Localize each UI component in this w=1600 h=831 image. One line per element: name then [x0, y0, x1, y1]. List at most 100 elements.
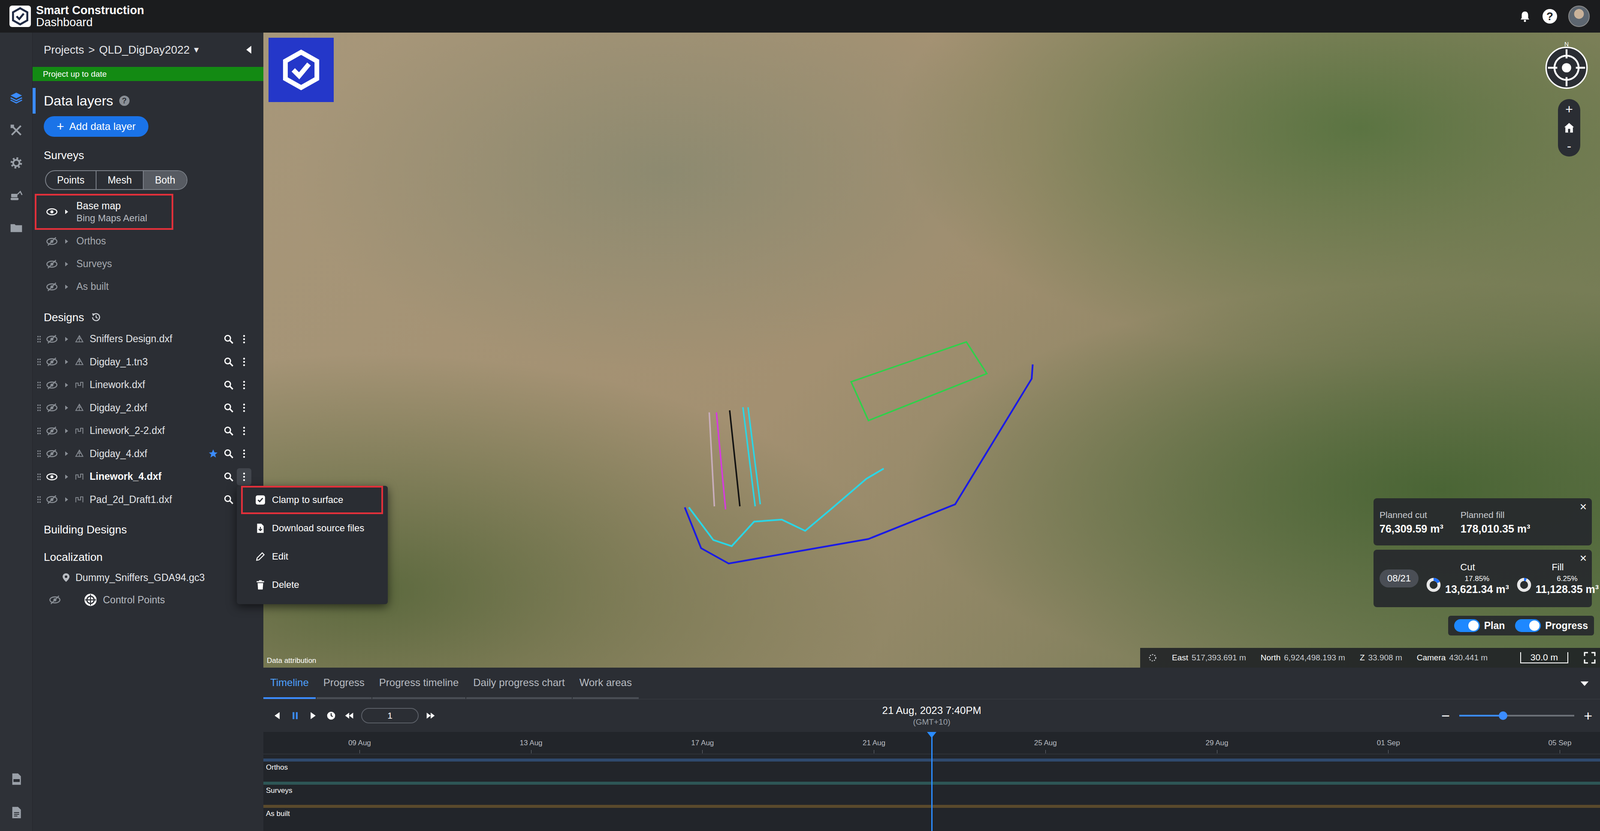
eye-off-icon[interactable] — [45, 425, 58, 438]
expand-caret-icon[interactable] — [62, 427, 71, 435]
star-icon[interactable] — [208, 448, 219, 459]
design-item[interactable]: Digday_2.dxf — [32, 396, 264, 420]
context-menu-item[interactable]: Download source files — [241, 514, 384, 543]
history-icon[interactable] — [90, 311, 103, 324]
drag-handle-icon[interactable] — [36, 449, 42, 459]
eye-off-icon[interactable] — [45, 447, 58, 460]
eye-off-icon[interactable] — [45, 493, 58, 506]
drag-handle-icon[interactable] — [36, 357, 42, 367]
eye-off-icon[interactable] — [45, 235, 58, 248]
design-item[interactable]: Pad_2d_Draft1.dxf — [32, 488, 264, 512]
close-button[interactable]: × — [1579, 501, 1587, 514]
survey-layer[interactable]: Orthos — [32, 229, 264, 253]
bell-icon[interactable] — [1518, 9, 1532, 23]
zoom-in-button[interactable]: + — [1583, 708, 1593, 724]
expand-caret-icon[interactable] — [62, 208, 71, 216]
drag-handle-icon[interactable] — [36, 426, 42, 436]
timeline-tab[interactable]: Progress timeline — [372, 667, 466, 700]
close-button[interactable]: × — [1579, 552, 1587, 565]
eye-off-icon[interactable] — [45, 401, 58, 414]
building-designs-title[interactable]: Building Designs — [32, 519, 264, 541]
zoom-to-icon[interactable] — [223, 494, 235, 506]
expand-caret-icon[interactable] — [62, 283, 71, 291]
fullscreen-icon[interactable] — [1582, 651, 1597, 665]
marker-head[interactable] — [926, 732, 937, 739]
expand-caret-icon[interactable] — [62, 335, 71, 344]
drag-handle-icon[interactable] — [36, 380, 42, 390]
control-points[interactable]: Control Points — [32, 588, 264, 613]
timeline-tab[interactable]: Work areas — [572, 667, 639, 700]
eye-icon[interactable] — [45, 205, 58, 218]
more-menu-button[interactable] — [236, 399, 252, 417]
slider-knob[interactable] — [1498, 711, 1508, 721]
context-menu-item[interactable]: Delete — [241, 570, 384, 600]
expand-caret-icon[interactable] — [62, 404, 71, 412]
expand-caret-icon[interactable] — [62, 381, 71, 390]
timeline-tab[interactable]: Daily progress chart — [466, 667, 572, 700]
zoom-to-icon[interactable] — [223, 425, 235, 437]
zoom-to-icon[interactable] — [223, 448, 235, 460]
checkbox-checked-icon[interactable] — [254, 494, 266, 506]
home-icon[interactable] — [1562, 121, 1576, 135]
zoom-to-icon[interactable] — [223, 379, 235, 391]
survey-layer[interactable]: As built — [32, 275, 264, 299]
rail-item[interactable] — [0, 146, 33, 180]
view-mode-option[interactable]: Both — [143, 171, 187, 190]
previous-icon[interactable] — [271, 709, 284, 722]
compass[interactable]: N — [1544, 41, 1589, 91]
expand-caret-icon[interactable] — [62, 260, 71, 269]
eye-off-icon[interactable] — [45, 258, 58, 271]
rail-item[interactable] — [0, 81, 33, 115]
eye-off-icon[interactable] — [45, 379, 58, 392]
next-icon[interactable] — [307, 709, 320, 722]
map-view[interactable]: N+-Planned cut76,309.59 m³Planned fill17… — [263, 32, 1600, 668]
collapse-panel-icon[interactable] — [242, 43, 255, 56]
design-item[interactable]: Linework_2-2.dxf — [32, 419, 264, 443]
eye-off-icon[interactable] — [45, 333, 58, 346]
design-item[interactable]: Digday_4.dxf — [32, 442, 264, 466]
zoom-slider[interactable] — [1459, 715, 1575, 717]
zoom-out-button[interactable]: − — [1441, 708, 1450, 724]
drag-handle-icon[interactable] — [36, 495, 42, 505]
info-button[interactable]: ? — [119, 95, 130, 106]
zoom-to-icon[interactable] — [223, 402, 235, 414]
design-item[interactable]: Linework_4.dxf — [32, 465, 264, 489]
context-menu-item[interactable]: Clamp to surface — [241, 486, 384, 515]
breadcrumb-root[interactable]: Projects — [43, 43, 85, 57]
more-menu-button[interactable] — [236, 468, 252, 486]
survey-layer[interactable]: Surveys — [32, 252, 264, 276]
eye-icon[interactable] — [45, 470, 58, 484]
more-menu-button[interactable] — [236, 330, 252, 348]
design-item[interactable]: Sniffers Design.dxf — [32, 327, 264, 351]
add-data-layer-button[interactable]: +Add data layer — [43, 116, 149, 137]
zoom-to-icon[interactable] — [223, 471, 235, 483]
clock-icon[interactable] — [325, 709, 338, 722]
eye-off-icon[interactable] — [45, 356, 58, 369]
fast-forward-icon[interactable] — [424, 709, 437, 722]
rewind-icon[interactable] — [343, 709, 356, 722]
timeline-tab[interactable]: Progress — [316, 667, 372, 700]
eye-off-icon[interactable] — [45, 280, 58, 293]
drag-handle-icon[interactable] — [36, 403, 42, 413]
expand-caret-icon[interactable] — [62, 473, 71, 481]
more-menu-button[interactable] — [236, 353, 252, 371]
toggle[interactable]: Progress — [1515, 619, 1588, 633]
zoom-to-icon[interactable] — [223, 356, 235, 368]
toggle-switch[interactable] — [1454, 619, 1480, 633]
zoom-to-icon[interactable] — [223, 333, 235, 345]
rail-item[interactable] — [0, 179, 33, 212]
view-mode-option[interactable]: Mesh — [96, 171, 144, 190]
toggle[interactable]: Plan — [1454, 619, 1506, 633]
more-menu-button[interactable] — [236, 445, 252, 463]
more-menu-button[interactable] — [236, 422, 252, 440]
expand-caret-icon[interactable] — [62, 237, 71, 246]
collapse-timeline-icon[interactable] — [1578, 677, 1591, 690]
data-attribution[interactable]: Data attribution — [266, 656, 317, 666]
rail-item[interactable] — [0, 762, 33, 797]
expand-caret-icon[interactable] — [62, 495, 71, 504]
eye-off-icon[interactable] — [48, 594, 61, 607]
time-marker[interactable] — [931, 732, 933, 831]
more-menu-button[interactable] — [236, 376, 252, 394]
drag-handle-icon[interactable] — [36, 335, 42, 344]
progress-date[interactable]: 08/21 — [1379, 569, 1419, 588]
